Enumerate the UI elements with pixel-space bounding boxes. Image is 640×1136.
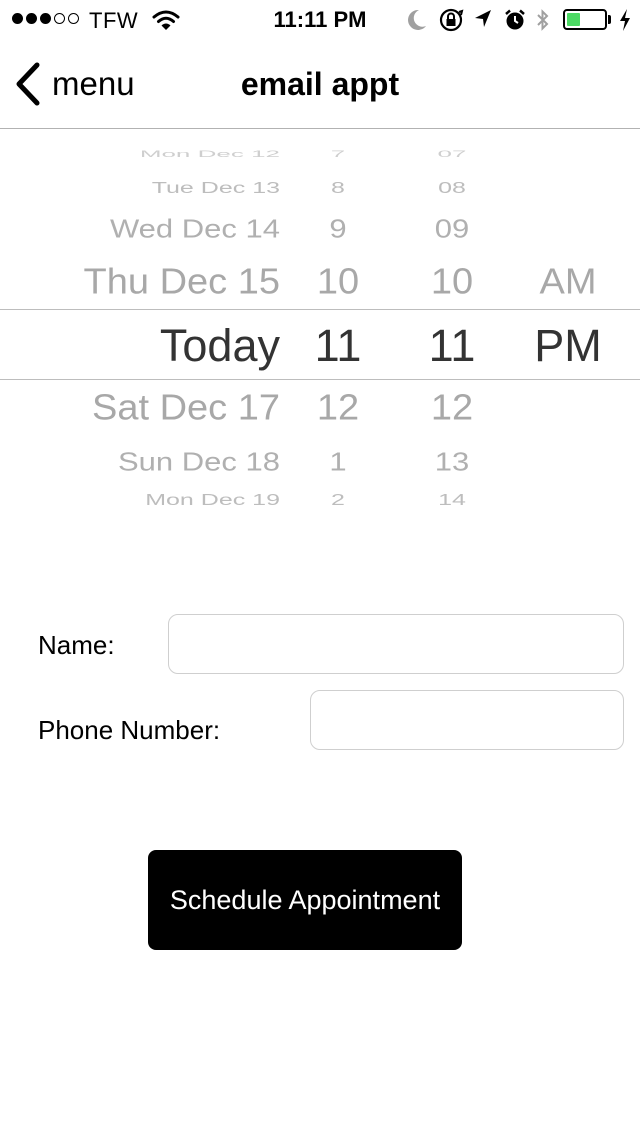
location-arrow-icon (475, 10, 491, 27)
picker-date-column[interactable]: Mon Dec 12 Tue Dec 13 Wed Dec 14 Thu Dec 15… (0, 128, 280, 518)
picker-date-item[interactable]: Today (0, 323, 280, 368)
picker-minute-item[interactable]: 10 (396, 264, 508, 300)
picker-minute-item[interactable]: 14 (396, 492, 508, 508)
picker-hour-item[interactable]: 11 (290, 323, 386, 368)
alarm-icon (505, 9, 525, 30)
picker-date-item[interactable]: Tue Dec 20 (0, 517, 280, 518)
picker-hour-item[interactable]: 8 (290, 180, 386, 196)
battery-tip (608, 15, 611, 24)
picker-hour-item[interactable]: 9 (290, 215, 386, 241)
schedule-appointment-button[interactable]: Schedule Appointment (148, 850, 462, 950)
picker-minute-item[interactable]: 12 (396, 390, 508, 426)
picker-date-item[interactable]: Wed Dec 14 (0, 215, 280, 241)
picker-date-item[interactable]: Sat Dec 17 (0, 390, 280, 426)
picker-date-item[interactable]: Mon Dec 19 (0, 492, 280, 508)
picker-minute-item[interactable]: 11 (396, 323, 508, 368)
status-bar: TFW 11:11 PM (0, 0, 640, 40)
picker-hour-item[interactable]: 10 (290, 264, 386, 300)
picker-hour-item[interactable]: 2 (290, 492, 386, 508)
picker-minute-item[interactable]: 09 (396, 215, 508, 241)
picker-ampm-column[interactable]: AM PM (520, 128, 616, 518)
orientation-lock-icon (439, 8, 464, 32)
picker-date-item[interactable]: Tue Dec 13 (0, 180, 280, 196)
phone-number-input[interactable] (310, 690, 624, 750)
picker-date-item[interactable]: Sun Dec 18 (0, 448, 280, 474)
navigation-bar: menu email appt (0, 40, 640, 129)
date-time-picker[interactable]: Mon Dec 12 Tue Dec 13 Wed Dec 14 Thu Dec 15… (0, 128, 640, 518)
picker-minute-item[interactable]: 15 (396, 517, 508, 518)
picker-ampm-item[interactable]: AM (520, 264, 616, 300)
phone-number-label: Phone Number: (38, 715, 221, 745)
picker-ampm-item[interactable]: PM (520, 323, 616, 368)
moon-icon (408, 9, 426, 30)
battery-icon (563, 9, 607, 30)
page-title: email appt (240, 66, 400, 102)
picker-date-item[interactable]: Mon Dec 12 (0, 149, 280, 158)
name-input[interactable] (168, 614, 624, 674)
picker-minute-item[interactable]: 07 (396, 149, 508, 158)
picker-hour-item[interactable]: 3 (290, 517, 386, 518)
picker-minute-item[interactable]: 13 (396, 448, 508, 474)
picker-hour-column[interactable]: 789101112123 (290, 128, 386, 518)
name-label: Name: (38, 630, 115, 660)
picker-hour-item[interactable]: 12 (290, 390, 386, 426)
picker-hour-item[interactable]: 1 (290, 448, 386, 474)
picker-minute-item[interactable]: 08 (396, 180, 508, 196)
picker-minute-column[interactable]: 07 08 09 10 11 12 13 14 15 (396, 128, 508, 518)
bluetooth-icon (537, 9, 549, 31)
picker-date-item[interactable]: Thu Dec 15 (0, 264, 280, 300)
picker-hour-item[interactable]: 7 (290, 149, 386, 158)
charging-bolt-icon (620, 9, 630, 31)
battery-level-fill (567, 13, 580, 26)
